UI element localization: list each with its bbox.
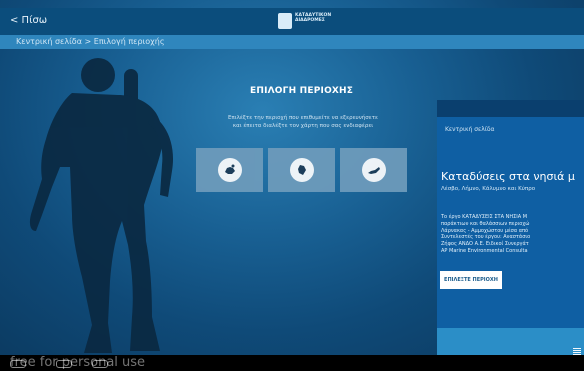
panel-body-line: AP Marine Environmental Consulta (441, 247, 528, 254)
breadcrumb: Κεντρική σελίδα > Επιλογή περιοχής (0, 35, 584, 49)
logo-mark-icon (278, 13, 292, 29)
panel-body: Το έργο ΚΑΤΑΔΥΣΕΙΣ ΣΤΑ ΝΗΣΙΑ Μ παράκτιων… (441, 214, 530, 255)
page-description: Επιλέξτε την περιοχή που επιθυμείτε να ε… (215, 114, 391, 130)
description-line-2: και έπειτα διαλέξτε τον χάρτη που σας εν… (232, 123, 374, 129)
island-map-icon (290, 158, 314, 182)
region-tile-1[interactable] (196, 148, 263, 192)
back-button[interactable]: < Πίσω (10, 15, 47, 26)
panel-body-line: Το έργο ΚΑΤΑΔΥΣΕΙΣ ΣΤΑ ΝΗΣΙΑ Μ (441, 214, 528, 220)
info-panel: Κεντρική σελίδα Καταδύσεις στα νησιά μ Λ… (437, 100, 584, 371)
logo-text-line2: ΔΙΑΔΡΟΜΕΣ (295, 18, 325, 23)
panel-body-line: Ζήφος ΑΝΔΟ Α.Ε. Ειδικοί Συνεργάτ (441, 241, 529, 248)
panel-title: Καταδύσεις στα νησιά μ (441, 170, 575, 183)
island-map-icon (362, 158, 386, 182)
page-title: ΕΠΙΛΟΓΗ ΠΕΡΙΟΧΗΣ (250, 86, 354, 96)
description-line-1: Επιλέξτε την περιοχή που επιθυμείτε να ε… (227, 115, 379, 121)
panel-body-line: παράκτιων και θαλάσσιων περιοχώ (441, 220, 530, 227)
panel-subtitle: Λέσβο, Λήμνο, Κάλυμνο και Κύπρο (441, 186, 536, 192)
panel-breadcrumb: Κεντρική σελίδα (437, 117, 584, 144)
region-tile-2[interactable] (268, 148, 335, 192)
watermark-text: free for personal use (10, 355, 146, 370)
top-bar: < Πίσω ΚΑΤΑΔΥΤΙΚΟΝ ΔΙΑΔΡΟΜΕΣ (0, 8, 584, 35)
panel-header (437, 100, 584, 117)
region-tile-3[interactable] (340, 148, 407, 192)
panel-breadcrumb-text[interactable]: Κεντρική σελίδα (445, 126, 494, 133)
breadcrumb-text[interactable]: Κεντρική σελίδα > Επιλογή περιοχής (16, 37, 165, 46)
island-map-icon (218, 158, 242, 182)
app-logo: ΚΑΤΑΔΥΤΙΚΟΝ ΔΙΑΔΡΟΜΕΣ (278, 11, 331, 31)
app-window: < Πίσω ΚΑΤΑΔΥΤΙΚΟΝ ΔΙΑΔΡΟΜΕΣ Κεντρική σε… (0, 0, 584, 371)
diver-silhouette-image (29, 58, 174, 353)
select-region-button[interactable]: ΕΠΙΛΕΞΤΕ ΠΕΡΙΟΧΗ (440, 271, 502, 289)
